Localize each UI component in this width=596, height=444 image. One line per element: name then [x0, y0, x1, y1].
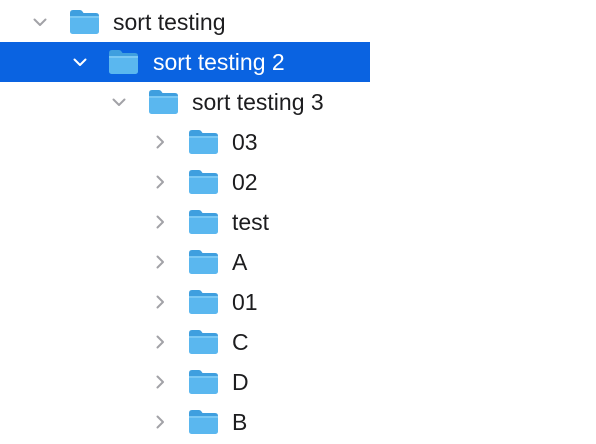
- folder-tree: sort testing sort testing 2 sort testing…: [0, 0, 596, 444]
- folder-icon: [188, 209, 219, 235]
- chevron-down-icon[interactable]: [72, 54, 88, 70]
- tree-row-sort-testing-2[interactable]: sort testing 2: [0, 42, 370, 82]
- tree-row-01[interactable]: 01: [0, 282, 370, 322]
- tree-row-label: sort testing 3: [192, 89, 324, 115]
- tree-row-label: C: [232, 329, 249, 355]
- tree-row-b[interactable]: B: [0, 402, 370, 442]
- folder-icon: [188, 409, 219, 435]
- chevron-down-icon[interactable]: [111, 94, 127, 110]
- tree-row-c[interactable]: C: [0, 322, 370, 362]
- tree-row-test[interactable]: test: [0, 202, 370, 242]
- chevron-right-icon[interactable]: [152, 294, 168, 310]
- tree-row-label: 03: [232, 129, 258, 155]
- folder-icon: [188, 369, 219, 395]
- tree-row-sort-testing-3[interactable]: sort testing 3: [0, 82, 370, 122]
- chevron-right-icon[interactable]: [152, 254, 168, 270]
- chevron-right-icon[interactable]: [152, 414, 168, 430]
- tree-row-02[interactable]: 02: [0, 162, 370, 202]
- tree-row-label: 01: [232, 289, 258, 315]
- folder-icon: [188, 169, 219, 195]
- folder-icon: [108, 49, 139, 75]
- folder-icon: [69, 9, 100, 35]
- tree-row-label: D: [232, 369, 249, 395]
- tree-row-label: A: [232, 249, 248, 275]
- tree-row-03[interactable]: 03: [0, 122, 370, 162]
- chevron-down-icon[interactable]: [32, 14, 48, 30]
- chevron-right-icon[interactable]: [152, 214, 168, 230]
- tree-row-label: test: [232, 209, 270, 235]
- chevron-right-icon[interactable]: [152, 334, 168, 350]
- tree-row-sort-testing[interactable]: sort testing: [0, 2, 370, 42]
- tree-row-label: sort testing: [113, 9, 226, 35]
- folder-icon: [188, 249, 219, 275]
- chevron-right-icon[interactable]: [152, 134, 168, 150]
- tree-row-d[interactable]: D: [0, 362, 370, 402]
- chevron-right-icon[interactable]: [152, 174, 168, 190]
- folder-icon: [188, 129, 219, 155]
- folder-icon: [188, 329, 219, 355]
- folder-icon: [188, 289, 219, 315]
- folder-icon: [148, 89, 179, 115]
- tree-row-label: 02: [232, 169, 258, 195]
- tree-row-label: sort testing 2: [153, 49, 285, 75]
- chevron-right-icon[interactable]: [152, 374, 168, 390]
- tree-row-a[interactable]: A: [0, 242, 370, 282]
- tree-row-label: B: [232, 409, 248, 435]
